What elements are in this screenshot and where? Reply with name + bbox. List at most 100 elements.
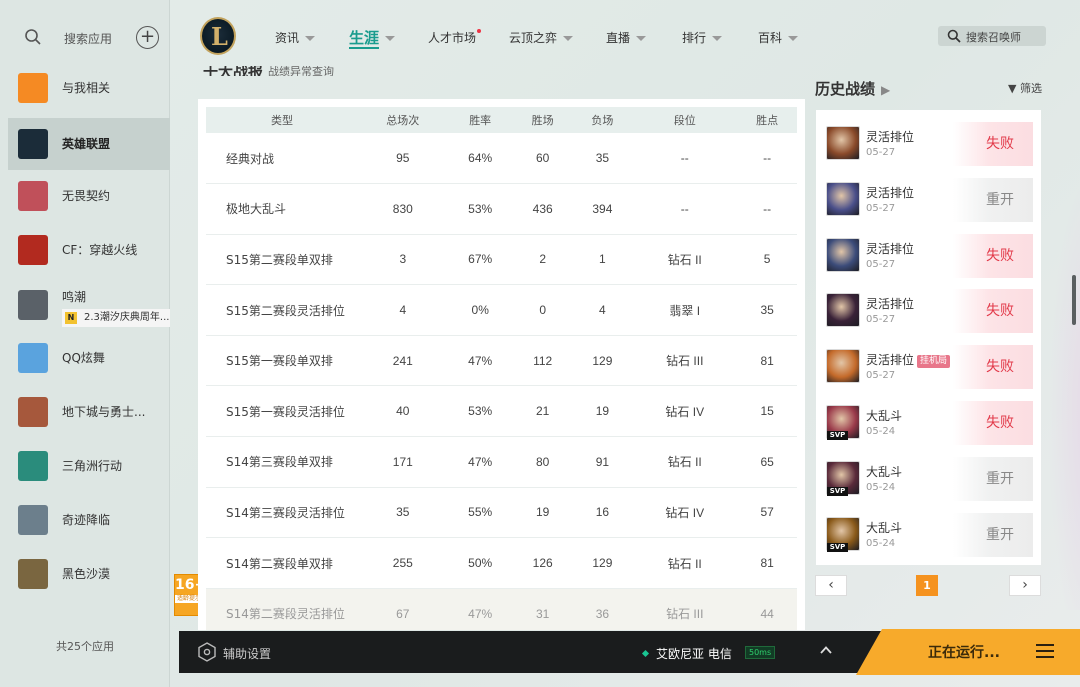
table-cell: 91 xyxy=(572,436,633,488)
table-cell: 35 xyxy=(358,487,448,539)
nav-tab[interactable]: 云顶之弈 xyxy=(509,29,574,46)
sidebar-item[interactable]: 无畏契约 xyxy=(8,170,170,222)
table-cell: 4 xyxy=(358,284,448,336)
filter-button[interactable]: ▼ 筛选 xyxy=(1008,80,1042,96)
table-cell: 57 xyxy=(737,487,797,539)
sidebar-item[interactable]: 奇迹降临 xyxy=(8,494,170,546)
table-cell: 65 xyxy=(737,436,797,488)
match-item[interactable]: SVP 大乱斗 05-24 重开 xyxy=(816,504,1041,560)
table-cell: 129 xyxy=(572,335,633,387)
running-label: 正在运行... xyxy=(928,645,1000,661)
sidebar-item-label: QQ炫舞 xyxy=(62,351,105,365)
table-cell: 129 xyxy=(572,537,633,589)
match-result: 失败 xyxy=(953,345,1033,390)
column-header: 胜场 xyxy=(512,107,573,133)
match-mode-label: 灵活排位 xyxy=(866,130,915,144)
afk-tag: 挂机局 xyxy=(917,355,951,369)
nav-tab[interactable]: 百科 xyxy=(758,29,799,46)
next-page-button[interactable]: › xyxy=(1009,575,1041,596)
svp-badge: SVP xyxy=(827,486,848,496)
server-status-icon xyxy=(641,649,650,658)
match-item[interactable]: 灵活排位 05-27 失败 xyxy=(816,113,1041,169)
page-scrollbar[interactable] xyxy=(1072,275,1076,325)
chevron-up-icon[interactable] xyxy=(819,643,833,657)
app-search[interactable]: 搜索应用 + xyxy=(0,16,170,56)
nav-tab-label: 人才市场 xyxy=(428,31,477,45)
history-title[interactable]: 历史战绩 ▶ xyxy=(815,78,890,99)
match-mode-label: 灵活排位 xyxy=(866,185,915,200)
crossfire-icon xyxy=(18,235,48,265)
match-mode: 大乱斗 xyxy=(866,519,902,536)
current-page[interactable]: 1 xyxy=(916,575,938,596)
summoner-search-input[interactable]: 搜索召唤师 xyxy=(938,26,1046,46)
sidebar-item-label: 三角洲行动 xyxy=(62,459,123,473)
table-cell: 19 xyxy=(512,487,573,539)
nav-tab[interactable]: 生涯 xyxy=(349,27,396,48)
promo-text: 2.3潮汐庆典周年... xyxy=(84,312,170,323)
match-date: 05-24 xyxy=(866,537,896,549)
match-result: 重开 xyxy=(953,177,1033,222)
table-cell: S15第二赛段灵活排位 xyxy=(206,284,358,336)
nav-tab[interactable]: 资讯 xyxy=(275,29,316,46)
table-cell: 翡翠 I xyxy=(632,284,738,336)
table-cell: 53% xyxy=(447,385,513,438)
table-cell: 44 xyxy=(737,588,797,630)
champion-portrait-icon xyxy=(826,349,860,384)
table-row: S15第一赛段单双排 241 47% 112 129 钻石 III 81 xyxy=(206,335,797,387)
match-item[interactable]: SVP 大乱斗 05-24 重开 xyxy=(816,448,1041,504)
table-cell: 钻石 III xyxy=(632,588,738,630)
nav-tab[interactable]: 排行 xyxy=(682,29,723,46)
chevron-down-icon xyxy=(788,36,799,41)
nav-tab[interactable]: 直播 xyxy=(606,29,647,46)
table-row: 极地大乱斗 830 53% 436 394 -- -- xyxy=(206,183,797,235)
match-mode: 灵活排位 xyxy=(866,295,914,312)
table-cell: S15第二赛段单双排 xyxy=(206,234,358,286)
column-header: 总场次 xyxy=(358,107,448,133)
dnf-icon xyxy=(18,397,48,427)
table-cell: -- xyxy=(632,183,738,235)
sidebar-item[interactable]: 三角洲行动 xyxy=(8,440,170,492)
table-cell: 19 xyxy=(572,385,633,438)
match-item[interactable]: SVP 大乱斗 05-24 失败 xyxy=(816,392,1041,448)
table-cell: S15第一赛段灵活排位 xyxy=(206,385,358,438)
sidebar-item[interactable]: 黑色沙漠 xyxy=(8,548,170,600)
sidebar-item[interactable]: 英雄联盟 xyxy=(8,118,170,170)
history-pager: ‹ 1 › xyxy=(815,575,1041,596)
table-cell: 16 xyxy=(572,487,633,539)
table-header: 类型 总场次 胜率 胜场 负场 段位 胜点 xyxy=(206,107,797,133)
match-result: 失败 xyxy=(953,401,1033,445)
server-name[interactable]: 艾欧尼亚 电信 xyxy=(641,645,732,662)
sidebar-item[interactable]: 鸣潮 N 2.3潮汐庆典周年... xyxy=(8,279,170,333)
match-date: 05-27 xyxy=(866,202,896,214)
prev-page-button[interactable]: ‹ xyxy=(815,575,847,596)
table-cell: 0% xyxy=(447,284,513,336)
table-cell: 钻石 II xyxy=(632,234,738,286)
assist-settings-link[interactable]: 辅助设置 xyxy=(223,645,271,662)
hamburger-menu-icon[interactable] xyxy=(1036,644,1054,658)
related-icon xyxy=(18,73,48,103)
table-cell: 47% xyxy=(447,436,513,488)
running-button[interactable]: 正在运行... xyxy=(856,629,1080,675)
app-sidebar: 搜索应用 + 与我相关 英雄联盟 无畏契约 CF：穿越火线 鸣潮 N 2.3潮汐庆典周年..… xyxy=(0,0,170,687)
match-item[interactable]: 灵活排位 挂机局 05-27 失败 xyxy=(816,336,1041,392)
match-item[interactable]: 灵活排位 05-27 重开 xyxy=(816,169,1041,225)
match-item[interactable]: 灵活排位 05-27 失败 xyxy=(816,225,1041,281)
match-mode-label: 灵活排位 xyxy=(866,241,915,256)
nav-tab[interactable]: 人才市场 xyxy=(428,29,482,46)
hexagon-settings-icon[interactable] xyxy=(197,642,217,662)
table-cell: 4 xyxy=(572,284,633,336)
sidebar-item[interactable]: CF：穿越火线 xyxy=(8,224,170,276)
table-cell: -- xyxy=(737,183,797,235)
sidebar-item-label: 地下城与勇士... xyxy=(62,405,146,419)
section-subtitle[interactable]: 战绩异常查询 xyxy=(268,66,334,76)
sidebar-item[interactable]: 与我相关 xyxy=(8,62,170,114)
table-cell: 241 xyxy=(358,335,448,387)
add-app-button[interactable]: + xyxy=(136,26,159,49)
match-item[interactable]: 灵活排位 05-27 失败 xyxy=(816,280,1041,336)
lol-logo-icon[interactable]: L xyxy=(200,17,236,55)
table-cell: 80 xyxy=(512,436,573,488)
nav-tab-label: 云顶之弈 xyxy=(509,31,558,45)
sidebar-item[interactable]: 地下城与勇士... xyxy=(8,386,170,438)
sidebar-item-promo[interactable]: N 2.3潮汐庆典周年... xyxy=(62,309,170,327)
sidebar-item[interactable]: QQ炫舞 xyxy=(8,332,170,384)
